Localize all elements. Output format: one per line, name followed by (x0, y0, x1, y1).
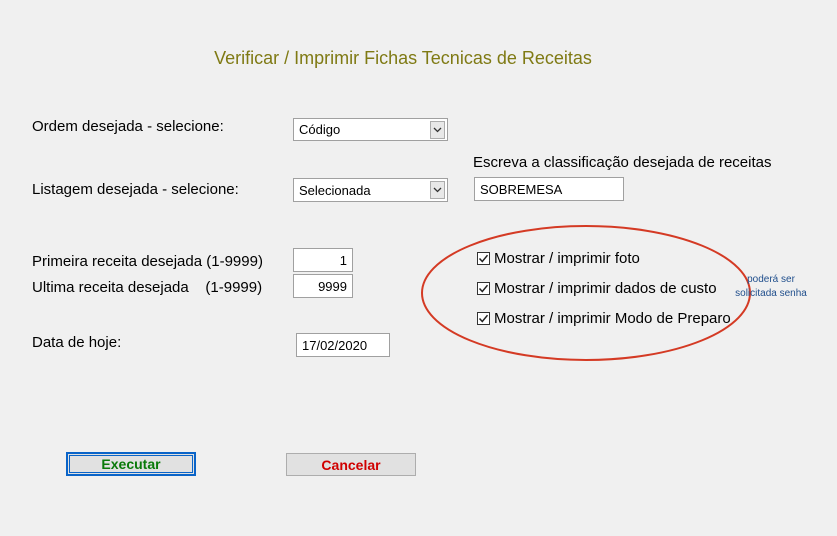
option-photo[interactable]: Mostrar / imprimir foto (477, 250, 640, 267)
last-recipe-input[interactable]: 9999 (293, 274, 353, 298)
date-input[interactable]: 17/02/2020 (296, 333, 390, 357)
listing-select[interactable]: Selecionada (293, 178, 448, 202)
checkmark-icon (478, 254, 489, 263)
option-cost-label: Mostrar / imprimir dados de custo (494, 280, 717, 297)
chevron-down-icon[interactable] (430, 181, 445, 199)
execute-button[interactable]: Executar (66, 452, 196, 476)
date-value: 17/02/2020 (302, 337, 368, 353)
checkbox-photo[interactable] (477, 252, 490, 265)
page-title: Verificar / Imprimir Fichas Tecnicas de … (214, 48, 592, 68)
first-recipe-value: 1 (339, 252, 347, 268)
option-preparation-label: Mostrar / imprimir Modo de Preparo (494, 310, 731, 327)
last-recipe-label: Ultima receita desejada (1-9999) (32, 279, 263, 296)
classification-input[interactable]: SOBREMESA (474, 177, 624, 201)
first-recipe-label: Primeira receita desejada (1-9999) (32, 253, 263, 270)
last-recipe-value: 9999 (318, 278, 347, 294)
option-preparation[interactable]: Mostrar / imprimir Modo de Preparo (477, 310, 731, 327)
chevron-down-icon[interactable] (430, 121, 445, 139)
password-note-line1: poderá ser (747, 274, 795, 285)
first-recipe-input[interactable]: 1 (293, 248, 353, 272)
checkmark-icon (478, 284, 489, 293)
listing-label: Listagem desejada - selecione: (32, 181, 239, 198)
checkbox-cost[interactable] (477, 282, 490, 295)
order-select-value: Código (299, 122, 341, 137)
order-label: Ordem desejada - selecione: (32, 118, 224, 135)
date-label: Data de hoje: (32, 334, 122, 351)
checkbox-preparation[interactable] (477, 312, 490, 325)
classification-value: SOBREMESA (480, 181, 563, 197)
checkmark-icon (478, 314, 489, 323)
password-note-line2: solicitada senha (735, 288, 807, 299)
order-select[interactable]: Código (293, 118, 448, 141)
classification-label: Escreva a classificação desejada de rece… (473, 154, 772, 171)
option-cost[interactable]: Mostrar / imprimir dados de custo (477, 280, 717, 297)
listing-select-value: Selecionada (299, 182, 371, 198)
password-note: poderá ser solicitada senha (728, 273, 814, 301)
option-photo-label: Mostrar / imprimir foto (494, 250, 640, 267)
cancel-button[interactable]: Cancelar (286, 453, 416, 476)
